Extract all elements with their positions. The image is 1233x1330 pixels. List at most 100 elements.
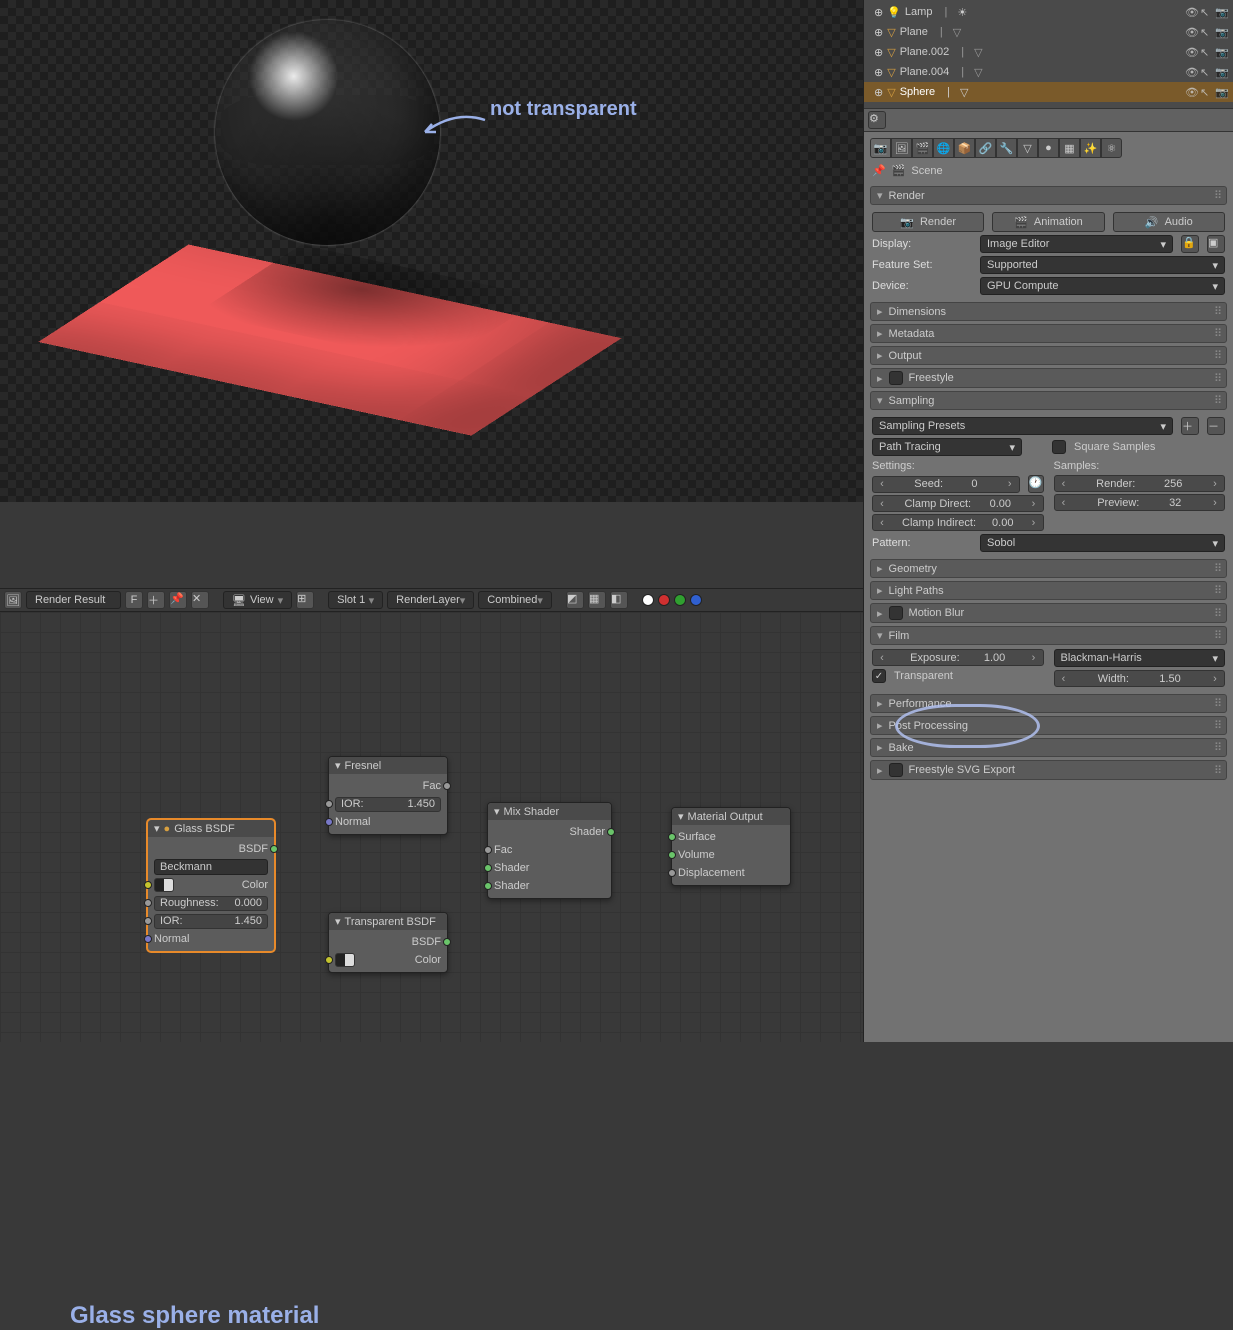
editor-type-icon[interactable]: 🖼 [4,591,22,609]
outliner-item-plane[interactable]: ⊕▽Plane|▽👁↖📷 [864,22,1233,42]
eye-icon[interactable]: 👁 [1185,86,1197,98]
panel-light-paths[interactable]: Light Paths⠿ [870,581,1227,600]
panel-freestyle[interactable]: Freestyle⠿ [870,368,1227,388]
remove-preset-button[interactable]: － [1207,417,1225,435]
color-swatch[interactable] [335,953,355,967]
channel-rgba-icon[interactable] [642,594,654,606]
panel-bake[interactable]: Bake⠿ [870,738,1227,757]
outliner-item-sphere[interactable]: ⊕▽Sphere|▽👁↖📷 [864,82,1233,102]
node-mix-shader[interactable]: ▾Mix Shader Shader Fac Shader Shader [487,802,612,899]
panel-geometry[interactable]: Geometry⠿ [870,559,1227,578]
socket-in-fac[interactable] [484,846,492,854]
color-swatch[interactable] [154,878,174,892]
integrator-selector[interactable]: Path Tracing▾ [872,438,1022,456]
distribution-selector[interactable]: Beckmann [154,859,268,875]
eye-icon[interactable]: 👁 [1185,6,1197,18]
pattern-selector[interactable]: Sobol▾ [980,534,1225,552]
lock-icon[interactable]: 🔒 [1181,235,1199,253]
slot-selector[interactable]: Slot 1▾ [328,591,383,609]
tab-render[interactable]: 📷 [870,138,891,158]
panel-film[interactable]: Film⠿ [870,626,1227,645]
render-viewport[interactable]: not transparent [0,0,863,502]
cursor-icon[interactable]: ↖ [1200,86,1212,98]
uv-button[interactable]: ⊞ [296,591,314,609]
render-button[interactable]: 📷Render [872,212,984,232]
node-transparent-bsdf[interactable]: ▾Transparent BSDF BSDF Color [328,912,448,973]
pin-icon[interactable]: 📌 [872,164,886,177]
tab-data[interactable]: ▽ [1017,138,1038,158]
editor-type-icon[interactable]: ⚙ [868,111,886,129]
unlink-button[interactable]: ✕ [191,591,209,609]
camera-icon[interactable]: 📷 [1215,26,1227,38]
socket-in-roughness[interactable] [144,899,152,907]
panel-sampling[interactable]: Sampling⠿ [870,391,1227,410]
panel-output[interactable]: Output⠿ [870,346,1227,365]
renderlayer-selector[interactable]: RenderLayer▾ [387,591,474,609]
tab-modifiers[interactable]: 🔧 [996,138,1017,158]
filter-width-field[interactable]: ‹Width:1.50› [1054,670,1226,687]
eye-icon[interactable]: 👁 [1185,46,1197,58]
cursor-icon[interactable]: ↖ [1200,66,1212,78]
panel-motion-blur[interactable]: Motion Blur⠿ [870,603,1227,623]
node-glass-bsdf[interactable]: ▾●Glass BSDF BSDF Beckmann Color Roughne… [147,819,275,952]
draw-mode-paint-icon[interactable]: ▦ [588,591,606,609]
motion-blur-checkbox[interactable] [889,606,903,620]
pixel-filter-selector[interactable]: Blackman-Harris▾ [1054,649,1226,667]
eye-icon[interactable]: 👁 [1185,66,1197,78]
panel-post-processing[interactable]: Post Processing⠿ [870,716,1227,735]
tab-material[interactable]: ● [1038,138,1059,158]
camera-icon[interactable]: 📷 [1215,46,1227,58]
draw-mode-view-icon[interactable]: ◩ [566,591,584,609]
tab-world[interactable]: 🌐 [933,138,954,158]
device-selector[interactable]: GPU Compute▾ [980,277,1225,295]
socket-out-bsdf[interactable] [443,938,451,946]
socket-out-bsdf[interactable] [270,845,278,853]
socket-in-ior[interactable] [144,917,152,925]
camera-icon[interactable]: 📷 [1215,86,1227,98]
featureset-selector[interactable]: Supported▾ [980,256,1225,274]
socket-in-normal[interactable] [144,935,152,943]
tab-object[interactable]: 📦 [954,138,975,158]
render-region-icon[interactable]: ▣ [1207,235,1225,253]
preview-samples-field[interactable]: ‹Preview:32› [1054,494,1226,511]
panel-metadata[interactable]: Metadata⠿ [870,324,1227,343]
tab-render-layers[interactable]: 🖼 [891,138,912,158]
panel-render[interactable]: Render⠿ [870,186,1227,205]
panel-dimensions[interactable]: Dimensions⠿ [870,302,1227,321]
clamp-indirect-field[interactable]: ‹Clamp Indirect:0.00› [872,514,1044,531]
socket-in-shader-1[interactable] [484,864,492,872]
camera-icon[interactable]: 📷 [1215,6,1227,18]
freestyle-checkbox[interactable] [889,371,903,385]
tab-texture[interactable]: ▦ [1059,138,1080,158]
display-selector[interactable]: Image Editor▾ [980,235,1173,253]
panel-freestyle-svg[interactable]: Freestyle SVG Export⠿ [870,760,1227,780]
panel-performance[interactable]: Performance⠿ [870,694,1227,713]
animation-button[interactable]: 🎬Animation [992,212,1104,232]
channel-r-icon[interactable] [658,594,670,606]
socket-in-volume[interactable] [668,851,676,859]
socket-out-fac[interactable] [443,782,451,790]
tab-constraints[interactable]: 🔗 [975,138,996,158]
square-samples-checkbox[interactable] [1052,440,1066,454]
audio-button[interactable]: 🔊Audio [1113,212,1225,232]
camera-icon[interactable]: 📷 [1215,66,1227,78]
outliner-item-plane002[interactable]: ⊕▽Plane.002|▽👁↖📷 [864,42,1233,62]
socket-in-displacement[interactable] [668,869,676,877]
tab-particles[interactable]: ✨ [1080,138,1101,158]
freestyle-svg-checkbox[interactable] [889,763,903,777]
outliner[interactable]: ⊕💡Lamp|☀👁↖📷 ⊕▽Plane|▽👁↖📷 ⊕▽Plane.002|▽👁↖… [864,0,1233,108]
ior-field[interactable]: IOR:1.450 [335,797,441,812]
sampling-preset-selector[interactable]: Sampling Presets▾ [872,417,1173,435]
roughness-field[interactable]: Roughness:0.000 [154,896,268,911]
socket-in-ior[interactable] [325,800,333,808]
cursor-icon[interactable]: ↖ [1200,46,1212,58]
socket-in-normal[interactable] [325,818,333,826]
render-samples-field[interactable]: ‹Render:256› [1054,475,1226,492]
ior-field[interactable]: IOR:1.450 [154,914,268,929]
seed-field[interactable]: ‹Seed:0› [872,476,1020,493]
socket-out-shader[interactable] [607,828,615,836]
seed-clock-icon[interactable]: 🕐 [1028,475,1044,493]
image-selector[interactable]: Render Result [26,591,121,609]
channel-g-icon[interactable] [674,594,686,606]
cursor-icon[interactable]: ↖ [1200,26,1212,38]
